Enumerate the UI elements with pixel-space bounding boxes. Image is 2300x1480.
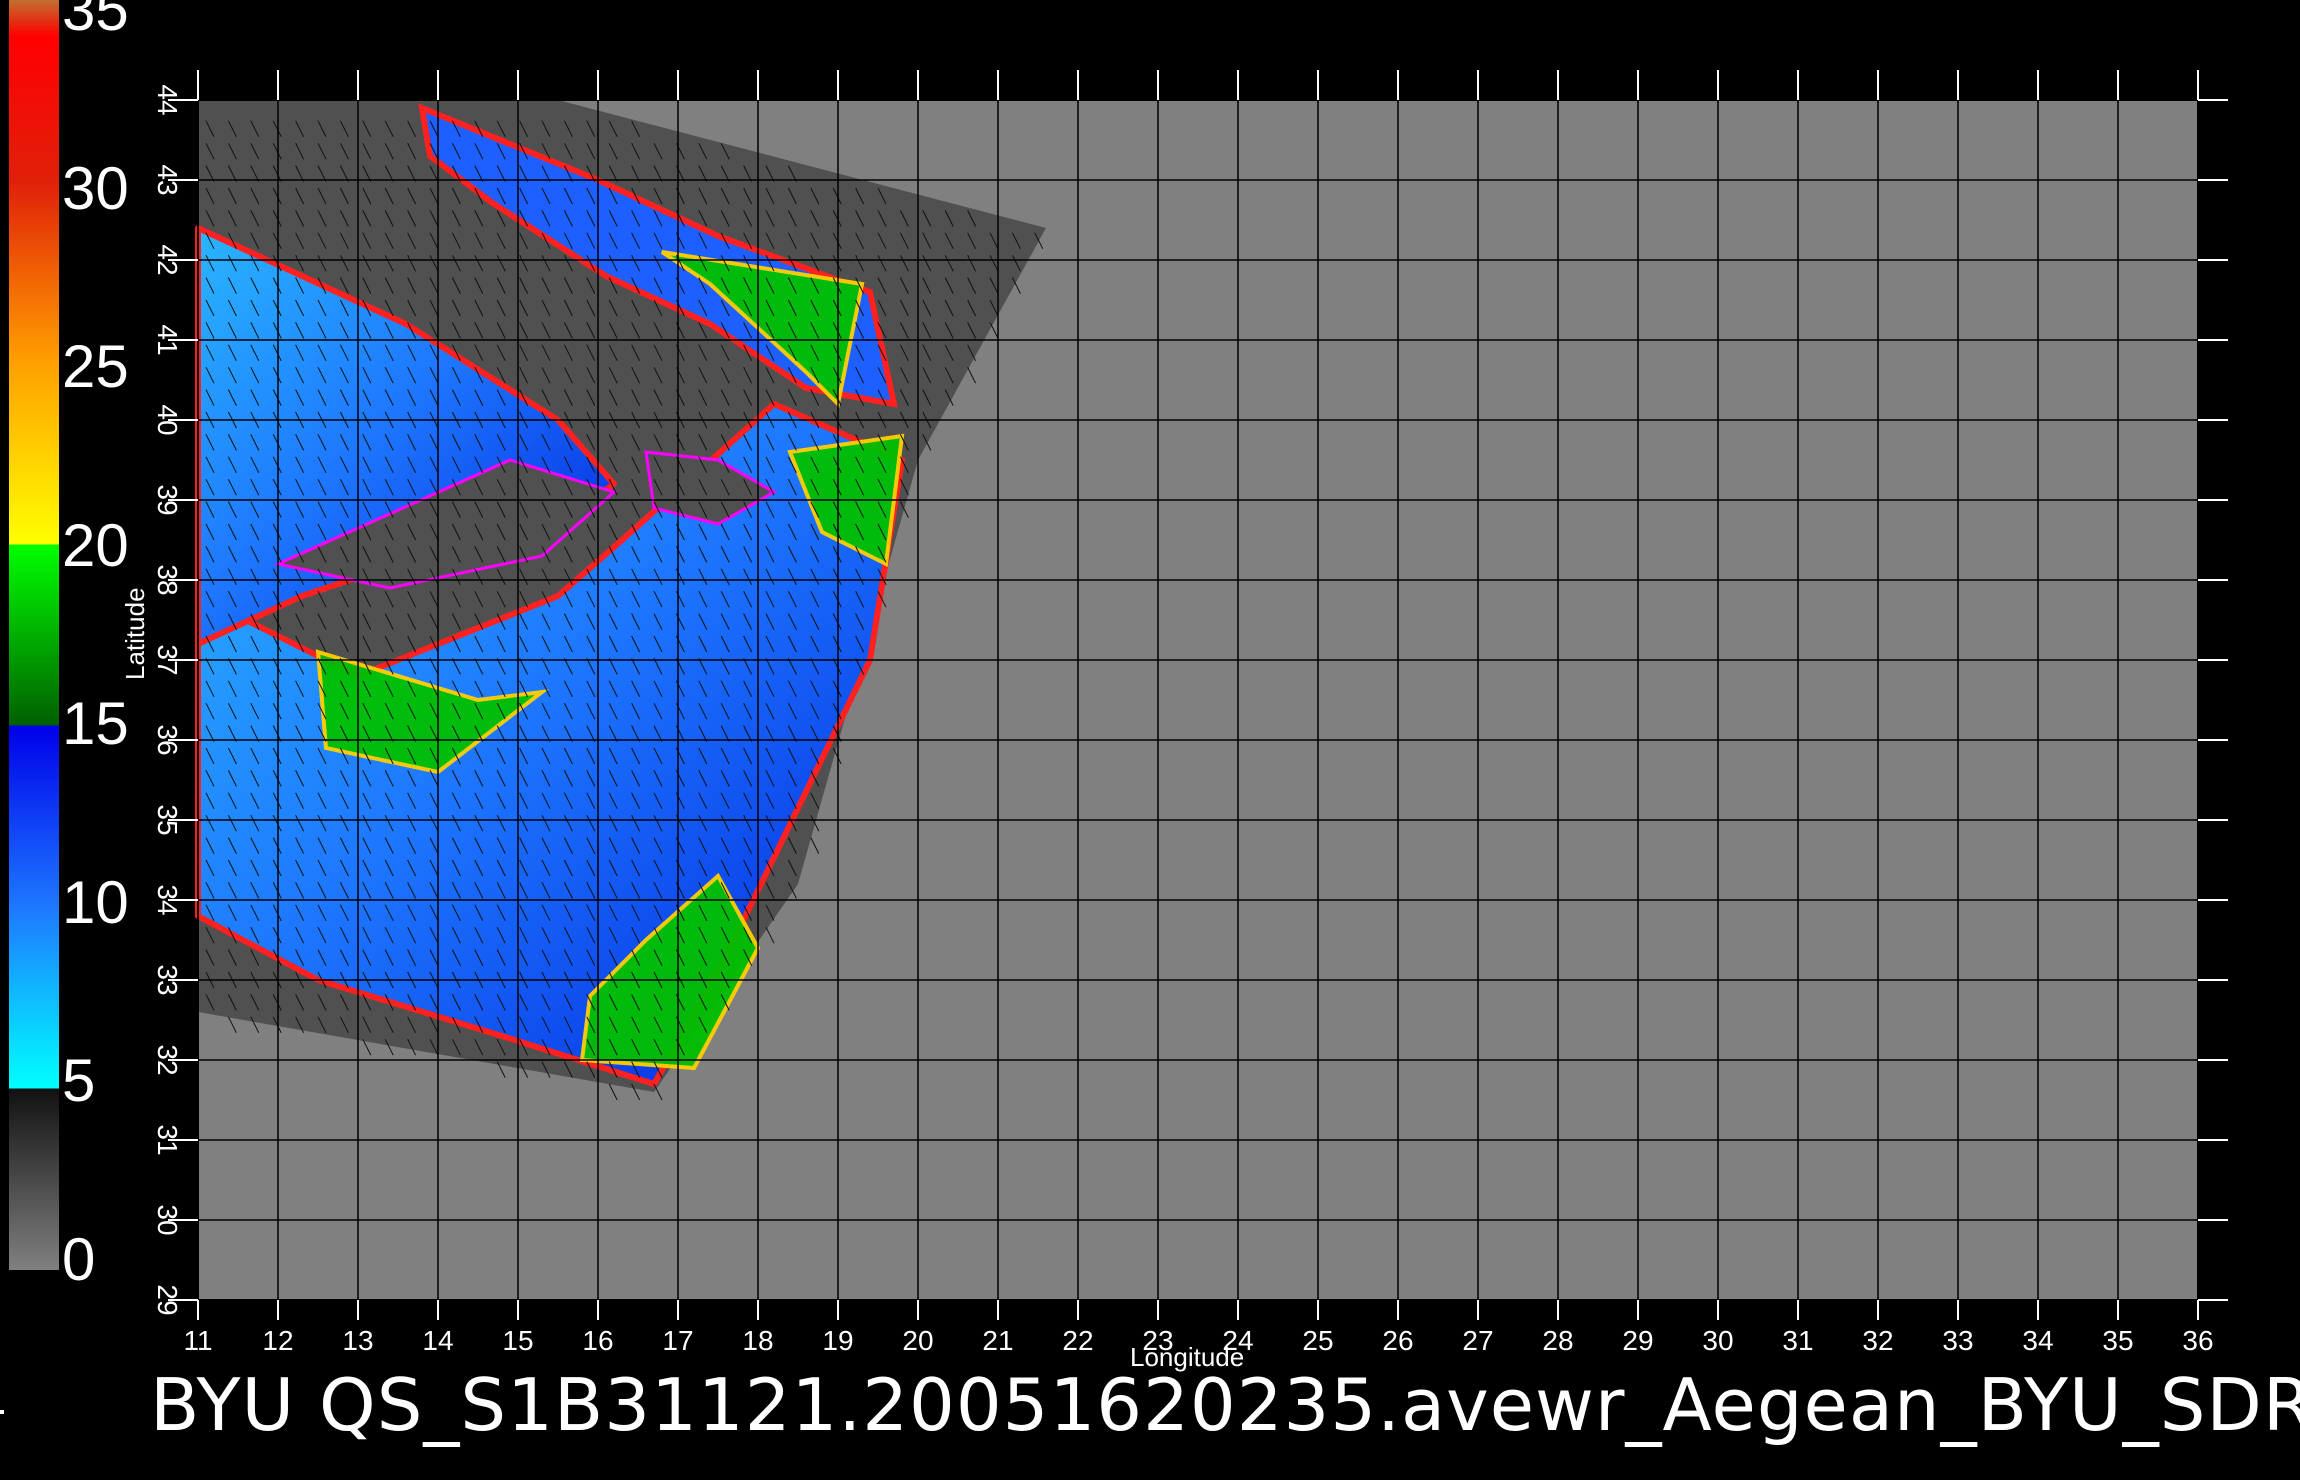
colorbar-label: 10 [62, 868, 129, 936]
colorbar-label: 35 [62, 0, 129, 43]
y-tick-label: 42 [152, 244, 183, 275]
colorbar-label: 30 [62, 154, 129, 222]
y-tick-label: 44 [152, 84, 183, 115]
y-tick-label: 40 [152, 404, 183, 435]
y-tick-label: 33 [152, 964, 183, 995]
colorbar-label: 20 [62, 511, 129, 579]
x-tick-label: 26 [1382, 1325, 1413, 1356]
wind-map: 11 12 13 14 15 16 17 18 19 20 21 22 23 24 25 26 27 28 29 30… [152, 70, 2228, 1356]
colorbar-label: 25 [62, 333, 129, 401]
y-tick-label: 29 [152, 1284, 183, 1315]
x-tick-label: 22 [1062, 1325, 1093, 1356]
y-tick-label: 34 [152, 884, 183, 915]
x-tick-label: 13 [342, 1325, 373, 1356]
x-tick-label: 32 [1862, 1325, 1893, 1356]
x-tick-label: 18 [742, 1325, 773, 1356]
x-tick-label: 35 [2102, 1325, 2133, 1356]
y-tick-label: 41 [152, 324, 183, 355]
x-tick-label: 20 [902, 1325, 933, 1356]
x-tick-label: 14 [422, 1325, 453, 1356]
colorbar-label: 15 [62, 690, 129, 758]
y-tick-label: 32 [152, 1044, 183, 1075]
colorbar-label: 5 [62, 1047, 96, 1115]
x-tick-label: 21 [982, 1325, 1013, 1356]
x-tick-label: 34 [2022, 1325, 2053, 1356]
x-tick-label: 11 [183, 1325, 212, 1356]
y-tick-label: 38 [152, 564, 183, 595]
x-tick-label: 30 [1702, 1325, 1733, 1356]
x-tick-label: 36 [2182, 1325, 2213, 1356]
y-tick-label: 31 [152, 1124, 183, 1155]
colorbar-label: 0 [62, 1226, 96, 1293]
x-tick-label: 17 [662, 1325, 693, 1356]
y-axis-title: Latitude [120, 587, 150, 680]
x-tick-label: 28 [1542, 1325, 1573, 1356]
y-tick-label: 43 [152, 164, 183, 195]
y-tick-label: 37 [152, 644, 183, 675]
product-title: BYU QS_S1B31121.20051620235.avewr_Aegean… [150, 1363, 2300, 1447]
y-tick-label: 36 [152, 724, 183, 755]
y-tick-label: 35 [152, 804, 183, 835]
colorbar [9, 0, 59, 1270]
x-tick-label: 12 [262, 1325, 293, 1356]
edge-marker [0, 1410, 4, 1414]
x-tick-label: 15 [502, 1325, 533, 1356]
x-tick-label: 29 [1622, 1325, 1653, 1356]
x-tick-label: 33 [1942, 1325, 1973, 1356]
x-tick-label: 31 [1782, 1325, 1813, 1356]
colorbar-gradient [9, 0, 59, 1270]
y-tick-label: 39 [152, 484, 183, 515]
x-tick-label: 25 [1302, 1325, 1333, 1356]
x-tick-label: 19 [822, 1325, 853, 1356]
x-tick-label: 16 [582, 1325, 613, 1356]
y-tick-label: 30 [152, 1204, 183, 1235]
x-tick-label: 27 [1462, 1325, 1493, 1356]
